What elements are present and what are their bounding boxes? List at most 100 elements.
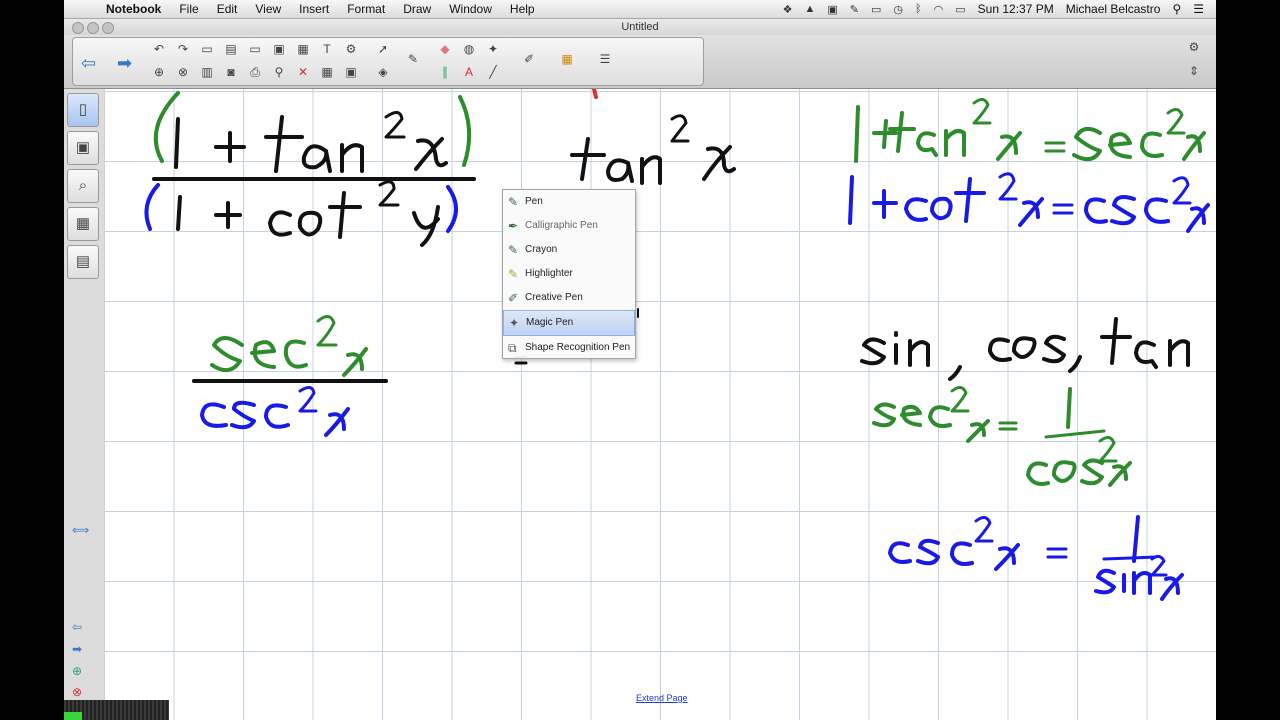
ink-x-csc — [324, 407, 350, 437]
ink-n2 — [640, 155, 662, 185]
sidebar-add-page-icon[interactable]: ⊕ — [72, 664, 82, 678]
drive-icon[interactable]: ▲ — [805, 3, 816, 15]
menu-window[interactable]: Window — [449, 2, 492, 16]
line-icon[interactable]: ╱ — [483, 63, 503, 81]
ink-r4-x2 — [1160, 573, 1184, 601]
menu-edit[interactable]: Edit — [217, 2, 238, 16]
pen-menu-item-calligraphic[interactable]: ✒ Calligraphic Pen — [503, 214, 635, 238]
display-icon[interactable]: ▭ — [871, 3, 881, 16]
pen-menu-item-magic[interactable]: ✦ Magic Pen — [503, 310, 635, 336]
pen-menu-item-creative[interactable]: ✐ Creative Pen — [503, 286, 635, 310]
magnify-icon[interactable]: ⚲ — [269, 63, 289, 81]
sync-icon[interactable]: ▣ — [827, 3, 837, 16]
ink-tan — [1100, 317, 1190, 369]
redo-icon[interactable]: ↷ — [173, 40, 193, 58]
delete-icon[interactable]: ✕ — [293, 63, 313, 81]
eraser-icon[interactable]: ◈ — [373, 63, 393, 81]
ink-r1-sup2 — [972, 98, 992, 125]
menu-help[interactable]: Help — [510, 2, 535, 16]
script-icon[interactable]: ✎ — [850, 3, 859, 16]
add-page-icon[interactable]: ⊕ — [149, 63, 169, 81]
fill-icon[interactable]: ◍ — [459, 40, 479, 58]
sidebar-forward-icon[interactable]: ➡ — [72, 642, 82, 656]
ink-n — [340, 143, 364, 173]
print-icon[interactable]: ⎙ — [245, 63, 265, 81]
magic-icon[interactable]: ✦ — [483, 40, 503, 58]
previous-page-icon[interactable]: ⇦ — [81, 53, 96, 74]
ink-r1-x — [996, 131, 1022, 161]
sidebar-back-icon[interactable]: ⇦ — [72, 620, 82, 634]
menu-insert[interactable]: Insert — [299, 2, 329, 16]
ink-r2-plus — [872, 189, 898, 219]
pen-menu-label: Calligraphic Pen — [525, 220, 598, 231]
ink-paren-blue-left — [144, 183, 160, 231]
line-style-icon[interactable]: ☰ — [595, 50, 615, 68]
menu-file[interactable]: File — [179, 2, 198, 16]
pens-icon[interactable]: ∥ — [435, 63, 455, 81]
ink-r2-sup2 — [998, 172, 1018, 201]
spotlight-icon[interactable]: ⚲ — [1172, 2, 1181, 16]
pen-tool-icon[interactable]: ✎ — [403, 50, 423, 68]
attachments-tab-icon[interactable]: ⌕ — [67, 169, 99, 203]
zoom-window-icon[interactable] — [102, 22, 114, 34]
document-camera-icon[interactable]: ◙ — [221, 63, 241, 81]
resize-sidebar-icon[interactable]: ⟺ — [72, 523, 89, 537]
toolbar-position-icon[interactable]: ⇕ — [1184, 62, 1204, 80]
save-icon[interactable]: ▥ — [197, 63, 217, 81]
battery-icon[interactable]: ▭ — [955, 3, 965, 16]
pen-menu-item-shape-recognition[interactable]: ⧉ Shape Recognition Pen — [503, 336, 635, 360]
table-icon[interactable]: ▦ — [317, 63, 337, 81]
time-machine-icon[interactable]: ◷ — [893, 3, 903, 16]
menu-draw[interactable]: Draw — [403, 2, 431, 16]
close-window-icon[interactable] — [72, 22, 84, 34]
properties-icon[interactable]: ⚙ — [341, 40, 361, 58]
open-file-icon[interactable]: ▭ — [197, 40, 217, 58]
magic-pen-icon: ✦ — [509, 316, 520, 330]
color-palette-icon[interactable]: ▦ — [557, 50, 577, 68]
wifi-icon[interactable]: ◠ — [934, 3, 944, 16]
menu-format[interactable]: Format — [347, 2, 385, 16]
ink-r2-x2 — [1186, 203, 1210, 233]
window-title: Untitled — [621, 21, 659, 33]
properties-tab-icon[interactable]: ▦ — [67, 207, 99, 241]
pen-menu-item-pen[interactable]: ✎ Pen — [503, 190, 635, 214]
ink-r4-csc — [888, 538, 974, 566]
screen-shade-icon[interactable]: ▭ — [245, 40, 265, 58]
magic-pen-icon[interactable]: ✐ — [519, 50, 539, 68]
sidebar-delete-page-icon[interactable]: ⊗ — [72, 685, 82, 699]
text-color-icon[interactable]: A — [459, 63, 479, 81]
pen-menu-label: Highlighter — [525, 268, 573, 279]
pen-menu-label: Creative Pen — [525, 292, 583, 303]
screen-icon[interactable]: ▣ — [341, 63, 361, 81]
capture-icon[interactable]: ▦ — [293, 40, 313, 58]
clock[interactable]: Sun 12:37 PM — [978, 2, 1054, 16]
next-page-icon[interactable]: ➡ — [117, 53, 132, 74]
page-sorter-tab-icon[interactable]: ▯ — [67, 93, 99, 127]
ink-superscript-2-csc — [298, 386, 318, 413]
pen-menu-item-crayon[interactable]: ✎ Crayon — [503, 238, 635, 262]
text-tool-icon[interactable]: T — [317, 40, 337, 58]
user-name[interactable]: Michael Belcastro — [1066, 2, 1161, 16]
paste-icon[interactable]: ▤ — [221, 40, 241, 58]
extend-page-link[interactable]: Extend Page — [636, 693, 688, 703]
pen-menu-label: Crayon — [525, 244, 558, 255]
ink-r1-e — [1108, 132, 1132, 159]
title-bar: Untitled — [64, 19, 1216, 35]
notification-icon[interactable]: ☰ — [1193, 2, 1204, 16]
pen-menu-item-highlighter[interactable]: ✎ Highlighter — [503, 262, 635, 286]
menu-view[interactable]: View — [255, 2, 281, 16]
minimize-window-icon[interactable] — [87, 22, 99, 34]
full-screen-icon[interactable]: ▣ — [269, 40, 289, 58]
ink-r3-sup2b — [1098, 436, 1118, 463]
dropbox-icon[interactable]: ❖ — [783, 3, 793, 16]
select-tool-icon[interactable]: ➚ — [373, 40, 393, 58]
app-menu[interactable]: Notebook — [106, 2, 161, 16]
settings-icon[interactable]: ⚙ — [1184, 38, 1204, 56]
addons-tab-icon[interactable]: ▤ — [67, 245, 99, 279]
gallery-tab-icon[interactable]: ▣ — [67, 131, 99, 165]
bluetooth-icon[interactable]: ᛒ — [915, 3, 922, 15]
undo-icon[interactable]: ↶ — [149, 40, 169, 58]
notebook-page[interactable]: ✎ Pen ✒ Calligraphic Pen ✎ Crayon ✎ High… — [104, 89, 1216, 720]
shapes-icon[interactable]: ◆ — [435, 40, 455, 58]
delete-page-icon[interactable]: ⊗ — [173, 63, 193, 81]
